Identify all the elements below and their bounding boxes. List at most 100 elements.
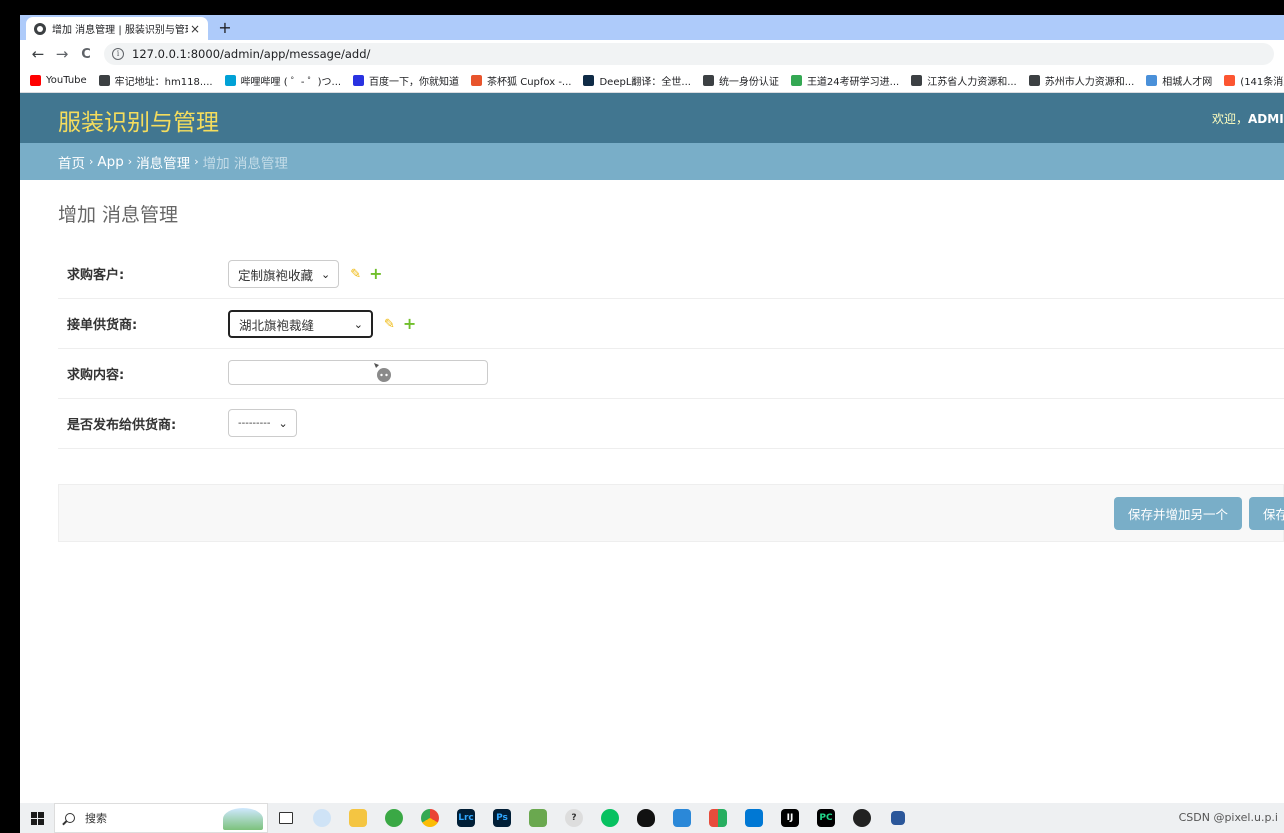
taskbar-search[interactable]: 搜索 xyxy=(54,803,268,833)
file-explorer-icon[interactable] xyxy=(340,803,376,833)
watermark-text: CSDN @pixel.u.p.i xyxy=(1178,811,1278,824)
breadcrumb-separator: › xyxy=(89,155,94,168)
bookmark-favicon-icon xyxy=(583,74,595,86)
breadcrumb-home[interactable]: 首页 xyxy=(58,152,85,172)
breadcrumb-model[interactable]: 消息管理 xyxy=(136,152,190,172)
qq-icon[interactable] xyxy=(628,803,664,833)
chevron-down-icon: ⌄ xyxy=(353,317,363,331)
taskbar: 搜索 Lrc Ps ? IJ PC CSDN @pixel.u.p.i xyxy=(20,803,1284,833)
photoshop-icon[interactable]: Ps xyxy=(484,803,520,833)
reload-icon[interactable]: C xyxy=(74,47,98,62)
bookmark-item[interactable]: 统一身份认证 xyxy=(702,73,779,88)
save-and-add-another-button[interactable]: 保存并增加另一个 xyxy=(1114,497,1242,530)
bookmark-item[interactable]: 百度一下，你就知道 xyxy=(353,73,459,88)
bookmark-item[interactable]: 牢记地址：hm118.... xyxy=(98,73,213,88)
vscode-icon[interactable] xyxy=(736,803,772,833)
form-row-content: 求购内容: xyxy=(58,349,1284,399)
bookmark-item[interactable]: 哔哩哔哩 ( ゜- ゜)つ... xyxy=(224,73,342,88)
bookmark-label: 百度一下，你就知道 xyxy=(369,76,460,88)
bookmark-label: 哔哩哔哩 ( ゜- ゜)つ... xyxy=(240,76,342,88)
supplier-select-value: 湖北旗袍裁缝 xyxy=(239,317,315,333)
publish-label: 是否发布给供货商: xyxy=(67,418,177,433)
username: ADMIN xyxy=(1248,112,1284,126)
content-label: 求购内容: xyxy=(67,368,125,383)
pycharm-icon[interactable]: PC xyxy=(808,803,844,833)
search-highlight-icon xyxy=(223,808,263,830)
bookmarks-bar: YouTube 牢记地址：hm118.... 哔哩哔哩 ( ゜- ゜)つ... 百度一… xyxy=(20,68,1284,93)
forward-arrow-icon[interactable]: → xyxy=(50,45,74,63)
breadcrumb: 首页 › App › 消息管理 › 增加 消息管理 xyxy=(20,143,1284,180)
page-title: 增加 消息管理 xyxy=(58,204,179,226)
form-row-customer: 求购客户: 定制旗袍收藏 ⌄ ✎ + xyxy=(58,249,1284,299)
customer-select-value: 定制旗袍收藏 xyxy=(238,267,314,283)
bookmark-item[interactable]: 苏州市人力资源和... xyxy=(1028,73,1134,88)
bookmark-favicon-icon xyxy=(1028,74,1040,86)
admin-header: 服装识别与管理 欢迎，ADMIN xyxy=(20,93,1284,143)
bookmark-label: 牢记地址：hm118.... xyxy=(114,76,213,88)
wechat-icon[interactable] xyxy=(592,803,628,833)
bookmark-item[interactable]: 茶杯狐 Cupfox -... xyxy=(471,73,571,88)
site-name[interactable]: 服装识别与管理 xyxy=(58,103,219,137)
task-view-icon[interactable] xyxy=(268,803,304,833)
photos-icon[interactable] xyxy=(664,803,700,833)
customer-select[interactable]: 定制旗袍收藏 ⌄ xyxy=(228,260,340,288)
bookmark-label: YouTube xyxy=(46,74,87,86)
intellij-icon[interactable]: IJ xyxy=(772,803,808,833)
bookmark-label: DeepL翻译：全世... xyxy=(599,76,691,88)
bookmark-item[interactable]: 王道24考研学习进... xyxy=(790,73,900,88)
colorful-app-icon[interactable] xyxy=(700,803,736,833)
supplier-select[interactable]: 湖北旗袍裁缝 ⌄ xyxy=(228,310,373,338)
publish-select[interactable]: --------- ⌄ xyxy=(228,409,297,437)
bookmark-favicon-icon xyxy=(702,74,714,86)
address-bar[interactable]: i 127.0.0.1:8000/admin/app/message/add/ xyxy=(104,43,1274,65)
tab-close-icon[interactable]: × xyxy=(188,22,202,36)
save-button[interactable]: 保存 xyxy=(1249,497,1284,530)
chrome-icon[interactable] xyxy=(412,803,448,833)
bookmark-favicon-icon xyxy=(1146,74,1158,86)
bookmark-item[interactable]: DeepL翻译：全世... xyxy=(583,73,691,88)
browser-toolbar: ← → C i 127.0.0.1:8000/admin/app/message… xyxy=(20,40,1284,68)
new-tab-button[interactable]: + xyxy=(216,18,234,38)
pencil-icon[interactable]: ✎ xyxy=(384,317,395,332)
welcome-text: 欢迎， xyxy=(1212,112,1249,126)
bookmark-item[interactable]: 相城人才网 xyxy=(1146,73,1212,88)
search-icon xyxy=(65,813,75,823)
back-arrow-icon[interactable]: ← xyxy=(26,45,50,63)
word-icon[interactable] xyxy=(880,803,916,833)
url-text: 127.0.0.1:8000/admin/app/message/add/ xyxy=(132,47,371,61)
bookmark-label: 相城人才网 xyxy=(1162,76,1213,88)
content-input[interactable] xyxy=(228,360,488,385)
dark-app-icon[interactable] xyxy=(844,803,880,833)
bookmark-label: 王道24考研学习进... xyxy=(806,76,900,88)
customer-label: 求购客户: xyxy=(67,268,125,283)
bookmark-item[interactable]: (141条消息) 基于D... xyxy=(1224,73,1284,88)
edge-legacy-icon[interactable] xyxy=(376,803,412,833)
breadcrumb-separator: › xyxy=(127,155,133,168)
breadcrumb-current: 增加 消息管理 xyxy=(202,155,288,172)
windows-start-icon[interactable] xyxy=(20,811,54,825)
plus-icon[interactable]: + xyxy=(403,316,416,332)
cursor-sticker-icon xyxy=(374,363,391,382)
green-app-icon[interactable] xyxy=(520,803,556,833)
bookmark-item[interactable]: 江苏省人力资源和... xyxy=(911,73,1017,88)
bookmark-item[interactable]: YouTube xyxy=(30,74,87,86)
pencil-icon[interactable]: ✎ xyxy=(350,267,361,282)
form-fieldset: 求购客户: 定制旗袍收藏 ⌄ ✎ + 接单供货商: 湖北旗袍裁缝 ⌄ ✎ + 求… xyxy=(58,249,1284,449)
form-row-supplier: 接单供货商: 湖北旗袍裁缝 ⌄ ✎ + xyxy=(58,299,1284,349)
submit-row: 保存并增加另一个 保存 xyxy=(58,484,1284,542)
lightroom-icon[interactable]: Lrc xyxy=(448,803,484,833)
chevron-down-icon: ⌄ xyxy=(278,416,288,430)
plus-icon[interactable]: + xyxy=(369,266,382,282)
bookmark-favicon-icon xyxy=(30,74,41,86)
tab-active[interactable]: 增加 消息管理 | 服装识别与管理 × xyxy=(26,17,208,40)
bookmark-label: 统一身份认证 xyxy=(718,76,779,88)
bookmark-favicon-icon xyxy=(98,74,110,86)
user-tools: 欢迎，ADMIN xyxy=(1212,110,1284,127)
breadcrumb-separator: › xyxy=(194,155,199,168)
breadcrumb-app[interactable]: App xyxy=(97,154,123,170)
refresh-app-icon[interactable] xyxy=(304,803,340,833)
help-app-icon[interactable]: ? xyxy=(556,803,592,833)
tab-strip: 增加 消息管理 | 服装识别与管理 × + xyxy=(20,15,1284,40)
info-icon[interactable]: i xyxy=(112,48,124,60)
content: 增加 消息管理 求购客户: 定制旗袍收藏 ⌄ ✎ + 接单供货商: 湖北旗袍裁缝 xyxy=(58,180,1284,542)
